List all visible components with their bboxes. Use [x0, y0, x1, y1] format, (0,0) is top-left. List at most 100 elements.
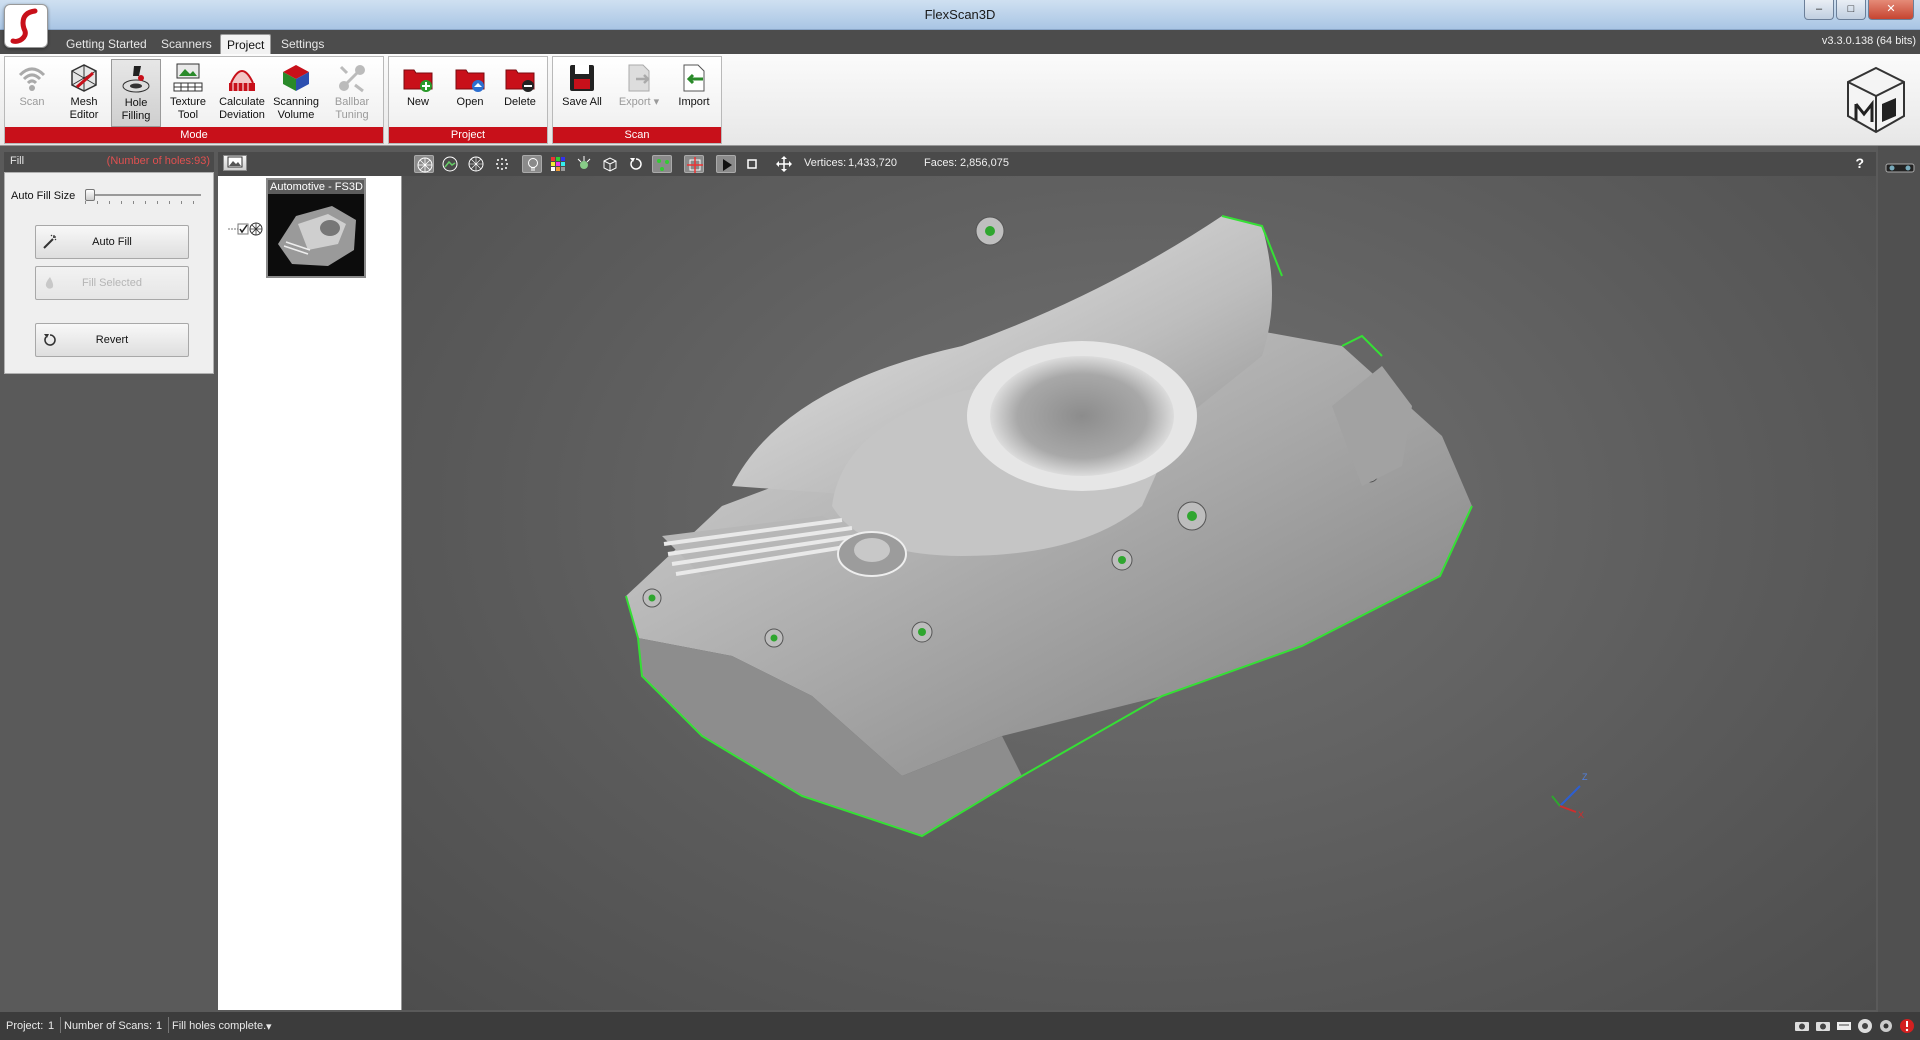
scanner-device-icon[interactable]: [1884, 158, 1916, 176]
reset-view-button[interactable]: [626, 155, 646, 173]
ribbon: Scan Mesh Editor Hole Filling Texture To…: [0, 54, 1920, 146]
projector-icon[interactable]: [1835, 1017, 1853, 1035]
calculate-deviation-label: Calculate Deviation: [219, 96, 265, 121]
color-map-button[interactable]: [548, 155, 568, 173]
fill-panel: Auto Fill Size Auto Fill Fill Selected R…: [4, 172, 214, 374]
ribbon-group-scan-label: Scan: [553, 127, 721, 143]
ballbar-tuning-label: Ballbar Tuning: [334, 96, 370, 121]
mesh-sphere-icon: [417, 157, 433, 173]
export-label: Export: [618, 96, 651, 108]
fill-selected-button[interactable]: Fill Selected: [35, 266, 189, 300]
status-scans-value: 1: [156, 1020, 163, 1032]
open-project-label: Open: [456, 96, 484, 108]
light-bulb-icon: [528, 158, 538, 171]
ballbar-tuning-button[interactable]: Ballbar Tuning: [327, 59, 377, 127]
status-separator: [60, 1017, 61, 1033]
save-icon: [570, 65, 594, 91]
calculate-deviation-icon: [229, 70, 255, 91]
render-mode-points-button[interactable]: [492, 155, 512, 173]
fill-panel-header: Fill (Number of holes:93): [4, 152, 214, 172]
scanning-volume-label: Scanning Volume: [273, 96, 319, 121]
open-project-button[interactable]: Open: [445, 59, 495, 127]
status-separator: [168, 1017, 169, 1033]
ribbon-group-project: New Open Delete Project: [388, 56, 548, 144]
mesh-editor-button[interactable]: Mesh Editor: [59, 59, 109, 127]
viewport-toolbar: Vertices: 1,433,720 Faces: 2,856,075 ?: [402, 152, 1876, 176]
vertices-value: 1,433,720: [848, 157, 897, 169]
pan-button[interactable]: [774, 155, 794, 173]
ribbon-group-project-label: Project: [389, 127, 547, 143]
minimize-button[interactable]: –: [1804, 0, 1834, 20]
play-button[interactable]: [716, 155, 736, 173]
scan-item[interactable]: Automotive - FS3D: [266, 178, 366, 278]
camera-right-icon[interactable]: [1814, 1017, 1832, 1035]
render-mode-wire-button[interactable]: [466, 155, 486, 173]
menu-bar: Getting Started Scanners Project Setting…: [0, 30, 1920, 54]
window-controls: – □ ✕: [1802, 0, 1914, 20]
faces-value: 2,856,075: [960, 157, 1009, 169]
stop-button[interactable]: [742, 155, 762, 173]
scanning-volume-button[interactable]: Scanning Volume: [271, 59, 321, 127]
axis-triad: Z X: [1551, 772, 1588, 820]
folder-new-icon: [403, 69, 433, 92]
left-panel-empty-area: [0, 376, 216, 1012]
import-icon: [683, 64, 705, 92]
new-project-button[interactable]: New: [393, 59, 443, 127]
status-icons: [1790, 1017, 1916, 1035]
cube-outline-icon: [603, 157, 617, 172]
mesh-editor-label: Mesh Editor: [69, 96, 99, 121]
camera-left-icon[interactable]: [1793, 1017, 1811, 1035]
folder-open-icon: [455, 69, 485, 92]
tab-getting-started[interactable]: Getting Started: [60, 34, 153, 54]
scan-visibility-icon[interactable]: [228, 222, 264, 236]
selection-tool-button[interactable]: [684, 155, 704, 173]
app-logo[interactable]: [4, 4, 48, 48]
hole-filling-button[interactable]: Hole Filling: [111, 59, 161, 127]
scan-mode-label: Scan: [19, 96, 45, 108]
import-button[interactable]: Import: [669, 59, 719, 127]
lighting-button[interactable]: [522, 155, 542, 173]
settings-gear-icon[interactable]: [1877, 1017, 1895, 1035]
texture-tool-button[interactable]: Texture Tool: [163, 59, 213, 127]
tab-project[interactable]: Project: [220, 34, 272, 54]
normals-button[interactable]: [574, 155, 594, 173]
wifi-scan-icon: [18, 67, 46, 91]
hole-count-label: (Number of holes:93): [106, 155, 210, 167]
tab-scanners[interactable]: Scanners: [155, 34, 218, 54]
window-title: FlexScan3D: [924, 7, 996, 22]
delete-project-button[interactable]: Delete: [495, 59, 545, 127]
save-all-button[interactable]: Save All: [557, 59, 607, 127]
scanning-volume-icon: [283, 65, 309, 91]
vertices-label: Vertices:: [804, 157, 847, 169]
close-button[interactable]: ✕: [1868, 0, 1914, 20]
render-mode-mesh-button[interactable]: [414, 155, 434, 173]
auto-fill-button[interactable]: Auto Fill: [35, 225, 189, 259]
faces-label: Faces:: [924, 157, 958, 169]
maximize-button[interactable]: □: [1836, 0, 1866, 20]
new-project-label: New: [406, 96, 429, 108]
bounding-box-button[interactable]: [600, 155, 620, 173]
image-icon: [227, 156, 243, 168]
texture-tool-label: Texture Tool: [169, 96, 207, 121]
help-button[interactable]: ?: [1855, 155, 1864, 171]
thumbnail-view-button[interactable]: [223, 155, 247, 171]
scan-item-name: Automotive - FS3D: [268, 180, 364, 194]
export-button[interactable]: Export ▾: [611, 59, 667, 127]
revert-button[interactable]: Revert: [35, 323, 189, 357]
auto-fill-size-slider-track[interactable]: [85, 194, 201, 196]
3d-viewport[interactable]: Z X: [402, 176, 1876, 1010]
export-icon: [628, 64, 650, 92]
target-select-icon: [687, 157, 703, 173]
rotate-icon: [630, 158, 642, 170]
flexscan-logo-icon: [10, 8, 38, 44]
version-label: v3.3.0.138 (64 bits): [1821, 35, 1916, 47]
status-dropdown-icon[interactable]: ▾: [266, 1020, 272, 1033]
render-mode-texture-button[interactable]: [440, 155, 460, 173]
error-alert-icon[interactable]: [1898, 1017, 1916, 1035]
scan-mode-button[interactable]: Scan: [7, 59, 57, 127]
show-holes-button[interactable]: [652, 155, 672, 173]
tab-settings[interactable]: Settings: [275, 34, 330, 54]
turntable-icon[interactable]: [1856, 1017, 1874, 1035]
auto-fill-size-slider-handle[interactable]: [85, 189, 95, 201]
calculate-deviation-button[interactable]: Calculate Deviation: [217, 59, 267, 127]
